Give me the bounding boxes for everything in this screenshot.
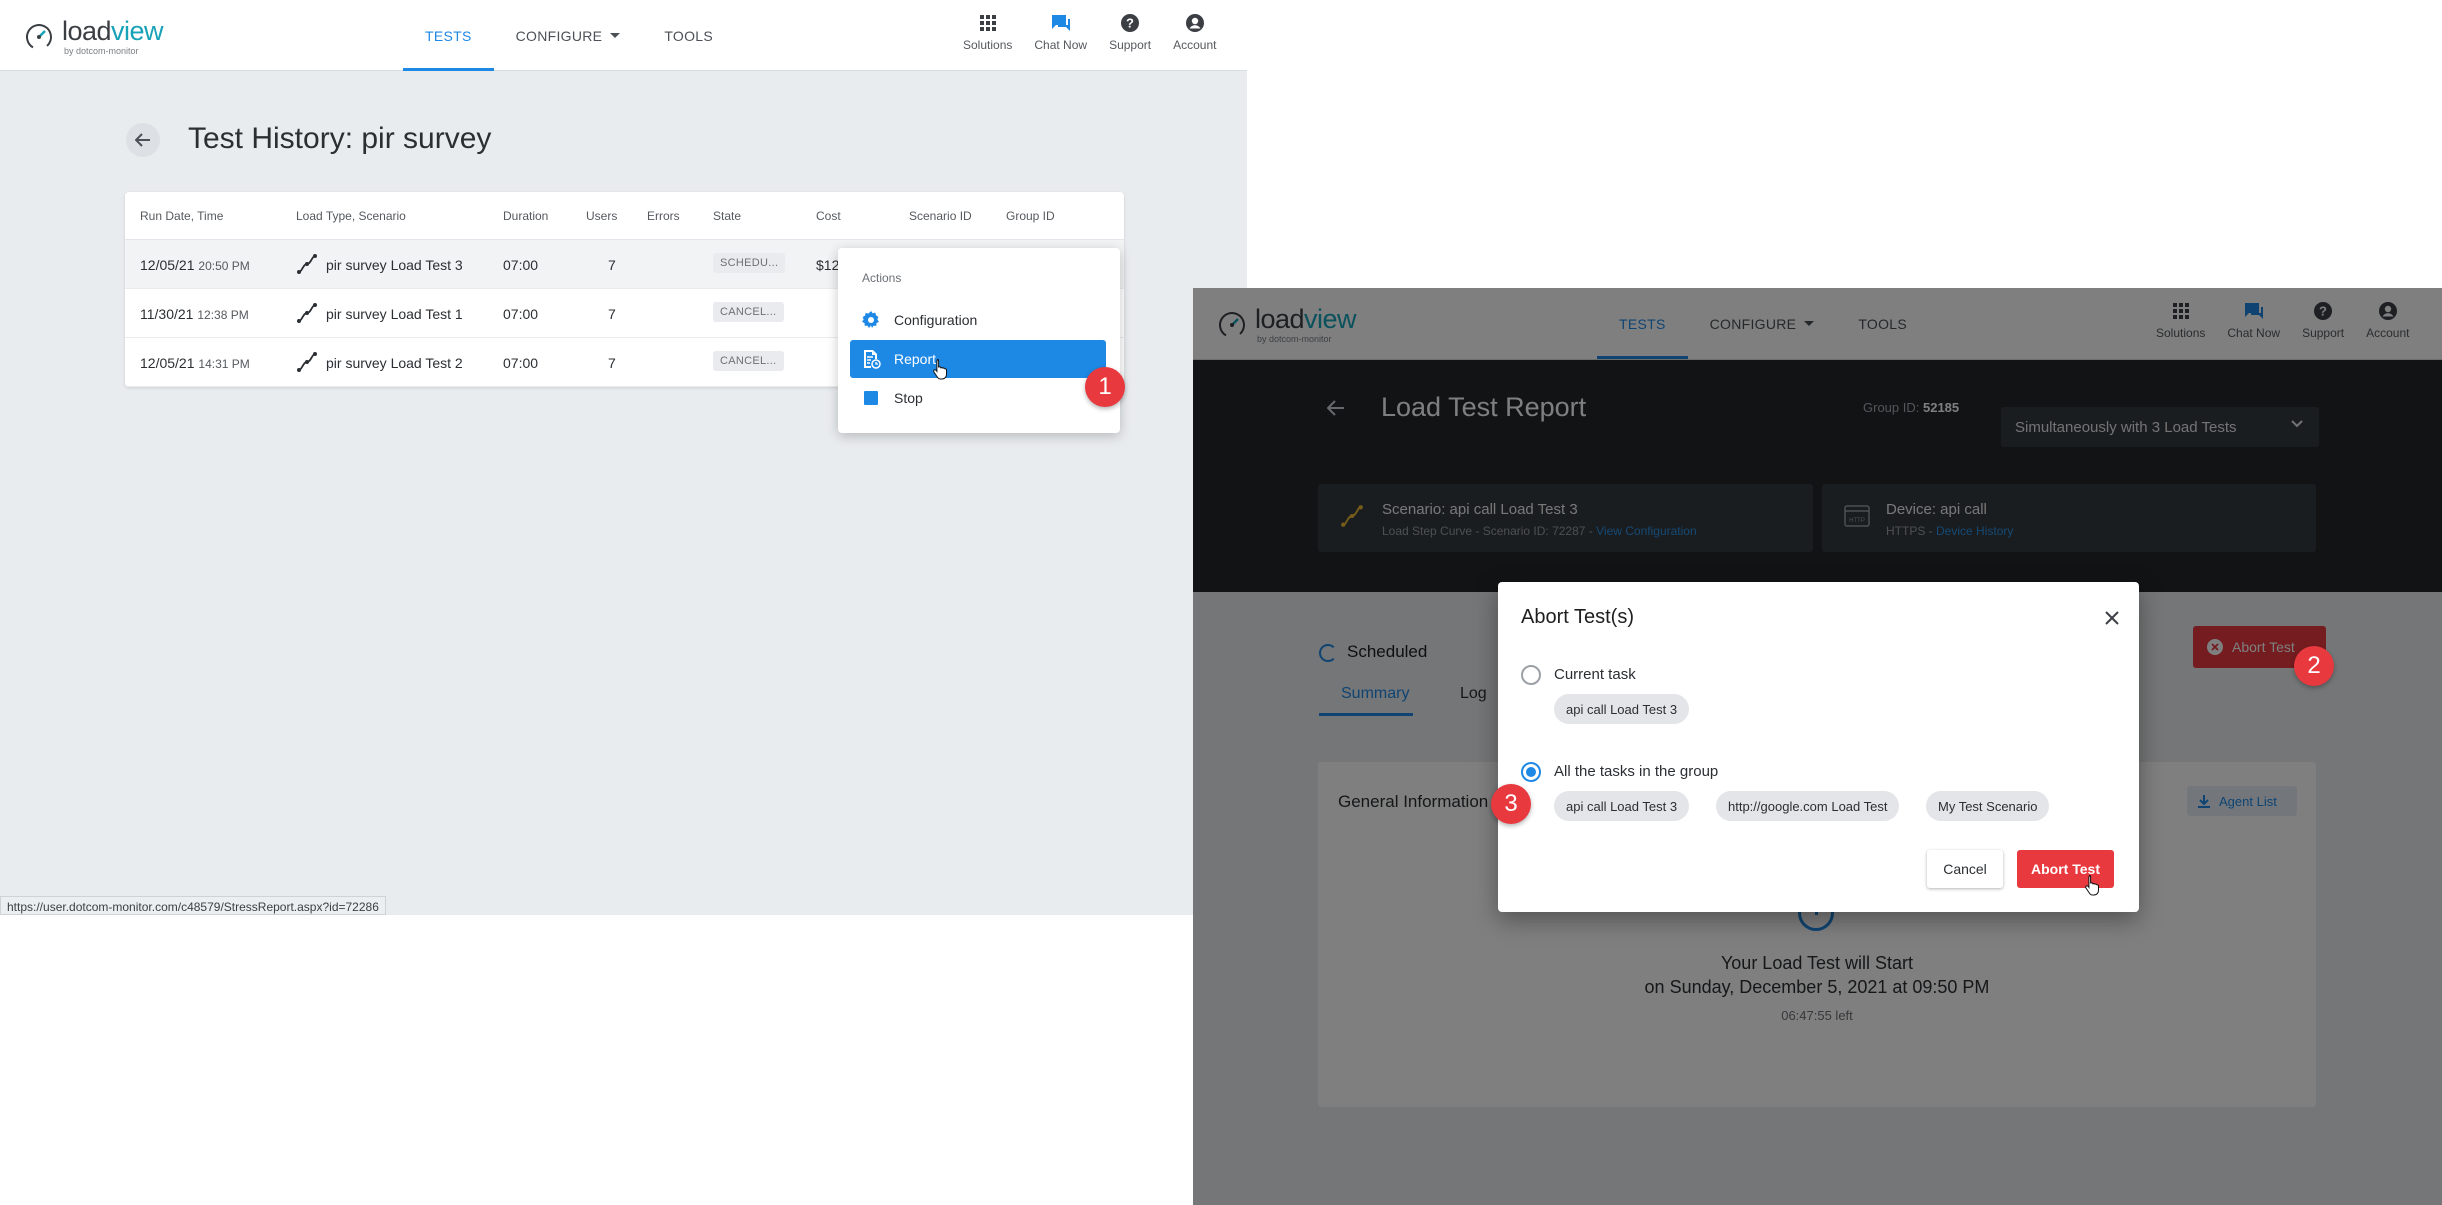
radio-all-tasks[interactable] — [1521, 762, 1541, 782]
main-nav: TESTS CONFIGURE TOOLS — [403, 0, 735, 71]
row-scenario: pir survey Load Test 2 — [296, 352, 463, 373]
state-badge: SCHEDU... — [713, 253, 786, 273]
row-cost: $12 — [816, 257, 840, 273]
chat-now-label: Chat Now — [1034, 38, 1088, 52]
row-scenario-value: pir survey Load Test 3 — [326, 257, 463, 273]
row-time-value: 14:31 PM — [198, 357, 250, 371]
row-duration: 07:00 — [503, 306, 539, 322]
table-header: Run Date, Time Load Type, Scenario Durat… — [125, 192, 1124, 240]
task-chip: My Test Scenario — [1926, 791, 2050, 821]
load-curve-icon — [297, 254, 317, 275]
svg-text:?: ? — [1126, 16, 1134, 31]
col-cost[interactable]: Cost — [816, 209, 841, 223]
option-current-task-label[interactable]: Current task — [1554, 666, 1636, 683]
state-badge: CANCEL... — [713, 302, 784, 322]
gauge-icon — [26, 24, 52, 50]
dialog-title: Abort Test(s) — [1521, 606, 1634, 628]
load-curve-icon — [297, 352, 317, 373]
row-duration: 07:00 — [503, 355, 539, 371]
row-date-value: 12/05/21 — [140, 355, 195, 371]
radio-current-task[interactable] — [1521, 665, 1541, 685]
row-scenario: pir survey Load Test 1 — [296, 303, 463, 324]
chat-now-button[interactable]: Chat Now — [1034, 12, 1087, 52]
col-run-date[interactable]: Run Date, Time — [140, 209, 223, 223]
status-bar-url: https://user.dotcom-monitor.com/c48579/S… — [0, 896, 386, 915]
col-group-id[interactable]: Group ID — [1006, 209, 1055, 223]
col-duration[interactable]: Duration — [503, 209, 548, 223]
support-label: Support — [1109, 38, 1152, 52]
row-users: 7 — [608, 355, 616, 371]
row-time-value: 20:50 PM — [198, 259, 250, 273]
abort-tests-dialog: Abort Test(s) Current task api call Load… — [1498, 582, 2139, 912]
row-date: 11/30/21 12:38 PM — [140, 306, 249, 322]
menu-item-configuration-label: Configuration — [894, 312, 978, 328]
state-badge: CANCEL... — [713, 351, 784, 371]
arrow-left-icon — [135, 133, 150, 147]
close-icon[interactable] — [2101, 607, 2123, 629]
support-button[interactable]: ? Support — [1109, 12, 1151, 52]
menu-item-stop-label: Stop — [894, 390, 923, 406]
actions-menu-header: Actions — [862, 271, 902, 285]
test-history-screen: loadview by dotcom-monitor TESTS CONFIGU… — [0, 0, 1247, 915]
top-navigation-bar: loadview by dotcom-monitor TESTS CONFIGU… — [0, 0, 1247, 71]
logo-tagline: by dotcom-monitor — [64, 46, 139, 56]
menu-item-stop[interactable]: Stop — [850, 379, 1106, 417]
cancel-button[interactable]: Cancel — [1927, 850, 2003, 888]
right-nav: Solutions Chat Now ? Support Account — [963, 12, 1216, 52]
col-load-type[interactable]: Load Type, Scenario — [296, 209, 406, 223]
stop-icon — [860, 387, 882, 409]
account-icon — [1184, 12, 1206, 34]
solutions-button[interactable]: Solutions — [963, 12, 1012, 52]
caret-down-icon — [610, 33, 621, 38]
task-chip: api call Load Test 3 — [1554, 694, 1690, 724]
help-icon: ? — [1119, 12, 1141, 34]
option-all-tasks-label[interactable]: All the tasks in the group — [1554, 763, 1718, 780]
row-time-value: 12:38 PM — [197, 308, 249, 322]
account-label: Account — [1173, 38, 1217, 52]
row-scenario: pir survey Load Test 3 — [296, 254, 463, 275]
menu-item-report-label: Report — [894, 351, 937, 367]
step-badge-1: 1 — [1085, 367, 1125, 407]
grid-icon — [977, 12, 999, 34]
loadview-logo[interactable]: loadview by dotcom-monitor — [24, 16, 164, 56]
col-scenario-id[interactable]: Scenario ID — [909, 209, 972, 223]
report-icon — [860, 348, 882, 370]
row-users: 7 — [608, 257, 616, 273]
menu-item-report[interactable]: Report — [850, 340, 1106, 378]
account-button[interactable]: Account — [1173, 12, 1216, 52]
logo-word-view: view — [111, 16, 164, 46]
col-errors[interactable]: Errors — [647, 209, 680, 223]
actions-menu: Actions Configuration Report Stop — [838, 248, 1120, 433]
nav-tab-configure-label: CONFIGURE — [515, 27, 603, 44]
row-date: 12/05/21 20:50 PM — [140, 257, 250, 273]
logo-word-load: load — [62, 16, 112, 46]
col-state[interactable]: State — [713, 209, 741, 223]
row-scenario-value: pir survey Load Test 1 — [326, 306, 463, 322]
menu-item-configuration[interactable]: Configuration — [850, 301, 1106, 339]
row-duration: 07:00 — [503, 257, 539, 273]
hand-cursor-icon — [933, 359, 947, 380]
gear-icon — [860, 309, 882, 331]
nav-tab-configure[interactable]: CONFIGURE — [494, 0, 643, 71]
chat-icon — [1050, 12, 1072, 34]
hand-cursor-icon — [2085, 875, 2099, 896]
row-date: 12/05/21 14:31 PM — [140, 355, 250, 371]
row-date-value: 12/05/21 — [140, 257, 195, 273]
solutions-label: Solutions — [963, 38, 1013, 52]
step-badge-2: 2 — [2294, 646, 2334, 686]
load-curve-icon — [297, 303, 317, 324]
back-button[interactable] — [126, 123, 160, 157]
row-date-value: 11/30/21 — [140, 306, 194, 322]
col-users[interactable]: Users — [586, 209, 617, 223]
nav-tab-tests[interactable]: TESTS — [403, 0, 494, 71]
row-scenario-value: pir survey Load Test 2 — [326, 355, 463, 371]
row-users: 7 — [608, 306, 616, 322]
page-title: Test History: pir survey — [188, 122, 492, 155]
task-chip: http://google.com Load Test — [1716, 791, 1900, 821]
load-test-report-screen: loadview by dotcom-monitor TESTS CONFIGU… — [1193, 288, 2442, 1205]
step-badge-3: 3 — [1491, 784, 1531, 824]
nav-tab-tools[interactable]: TOOLS — [642, 0, 735, 71]
task-chip: api call Load Test 3 — [1554, 791, 1690, 821]
